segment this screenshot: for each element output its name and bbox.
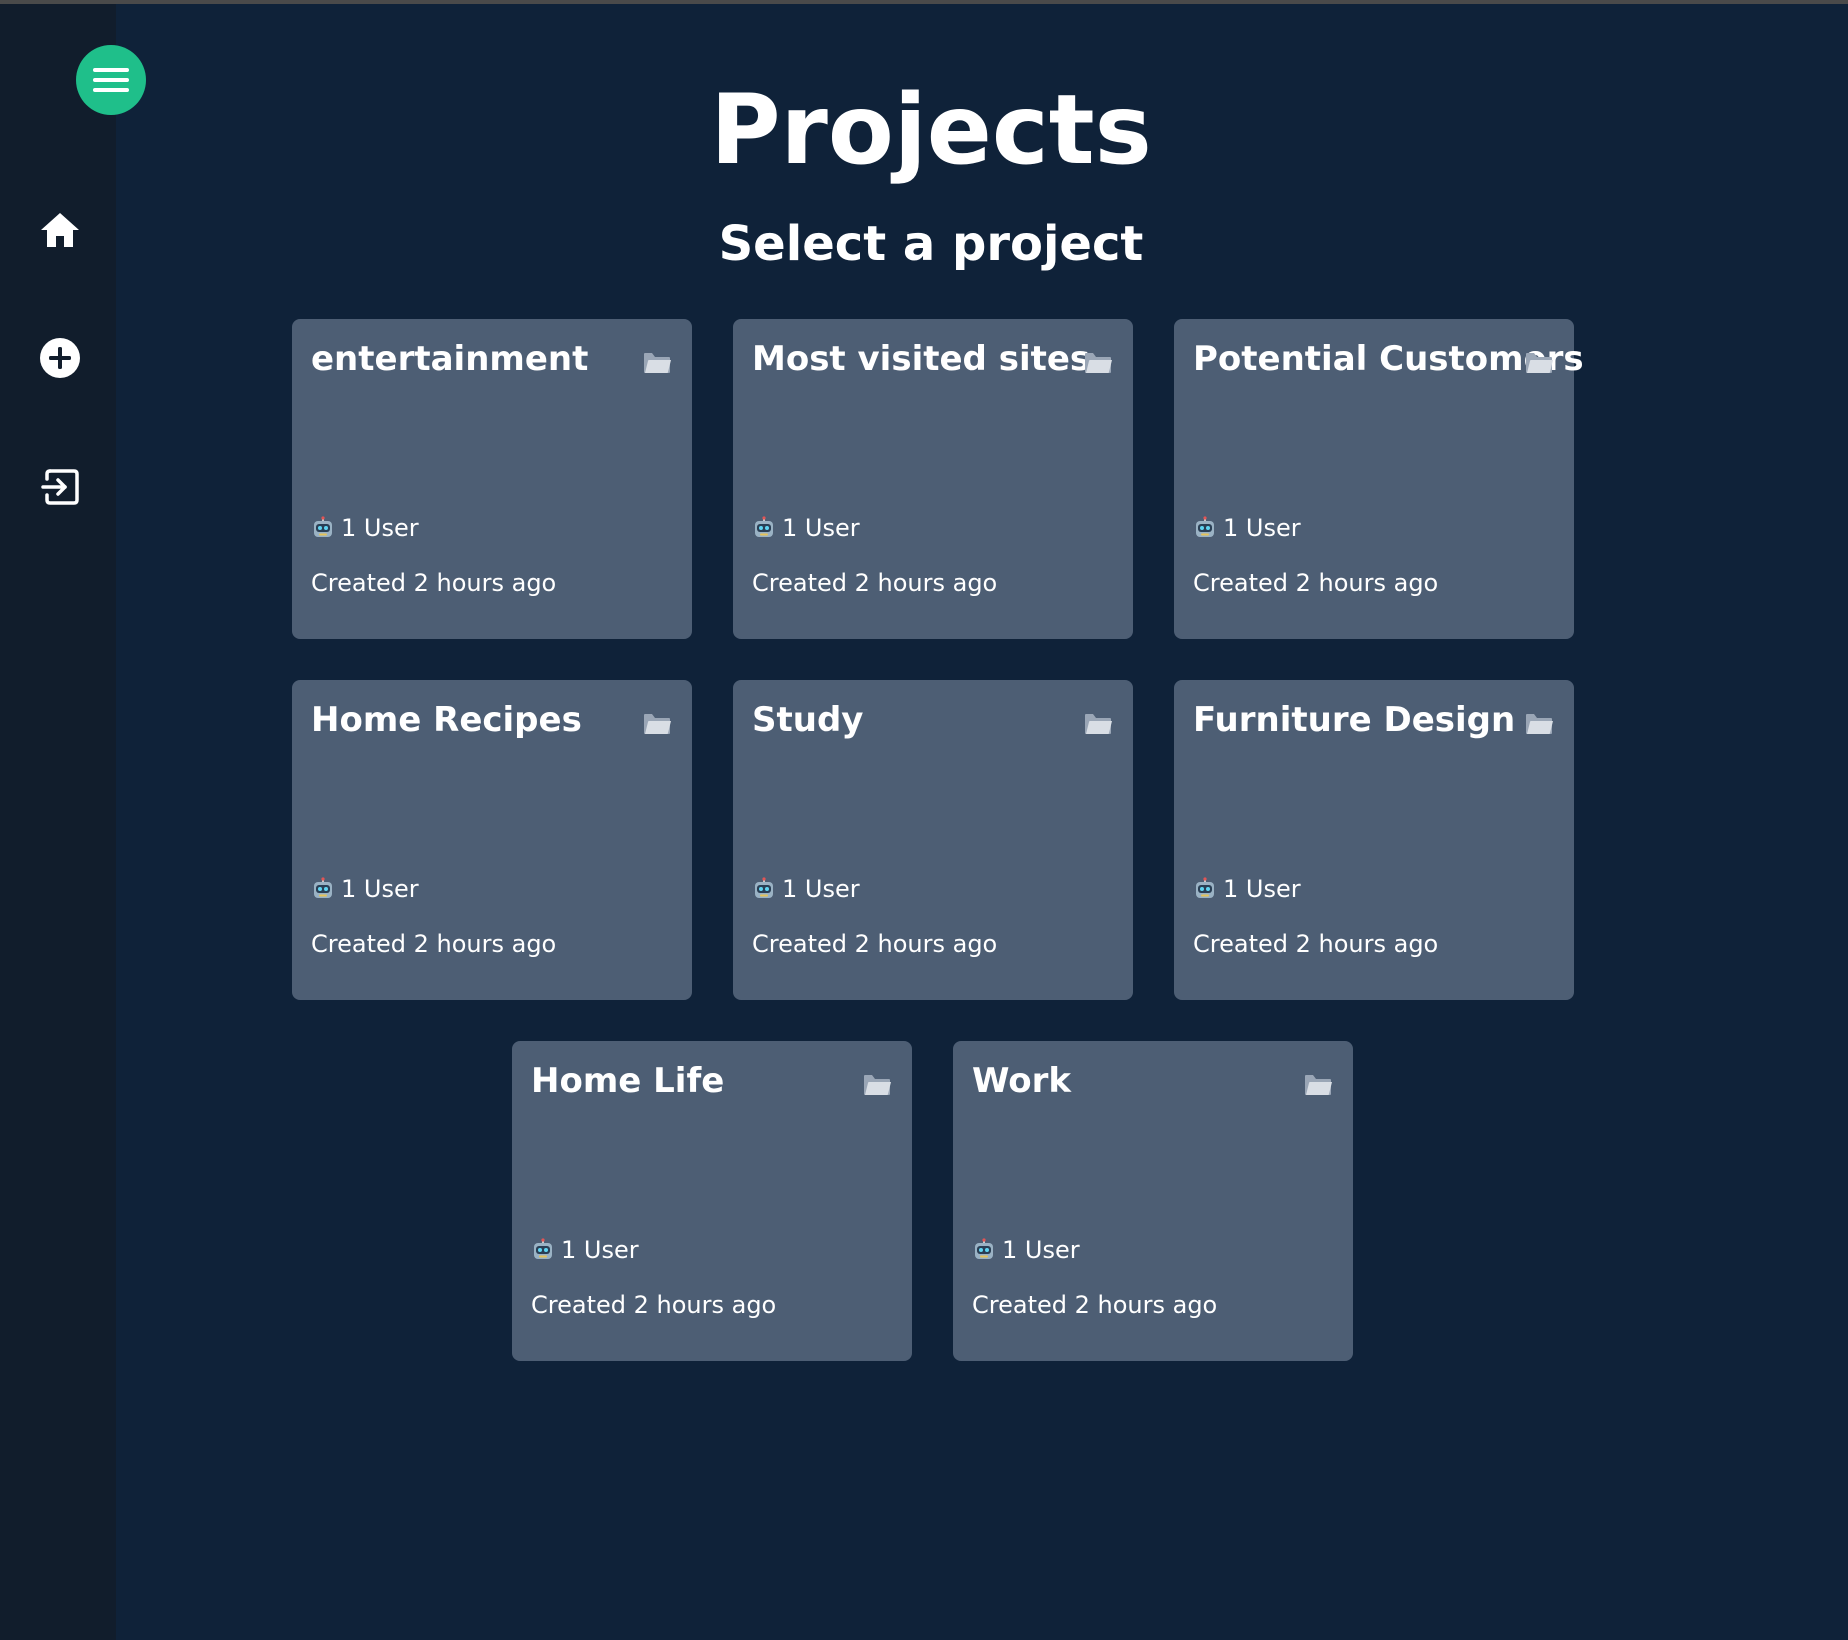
project-users-count: 1 User	[341, 514, 419, 542]
sidebar	[0, 4, 146, 1640]
project-users-count: 1 User	[782, 875, 860, 903]
project-users-count: 1 User	[1223, 875, 1301, 903]
project-title: Furniture Design	[1193, 700, 1516, 740]
home-button[interactable]	[36, 206, 84, 254]
project-created: Created 2 hours ago	[752, 930, 998, 958]
project-card[interactable]: Furniture Design 1 User Created 2 hours …	[1174, 680, 1574, 1000]
project-card[interactable]: Study 1 User Created 2 hours ago	[733, 680, 1133, 1000]
folder-icon	[644, 714, 671, 734]
project-users-count: 1 User	[341, 875, 419, 903]
page-title: Projects	[710, 74, 1152, 186]
logout-button[interactable]	[36, 463, 84, 511]
project-users: 1 User	[752, 875, 860, 903]
project-users-count: 1 User	[1002, 1236, 1080, 1264]
project-created: Created 2 hours ago	[752, 569, 998, 597]
plus-circle-icon	[40, 338, 80, 378]
project-card[interactable]: Home Life 1 User Created 2 hours ago	[512, 1041, 912, 1361]
project-created: Created 2 hours ago	[311, 930, 557, 958]
robot-icon	[1196, 516, 1214, 537]
project-title: Work	[972, 1061, 1072, 1101]
project-card[interactable]: Home Recipes 1 User Created 2 hours ago	[292, 680, 692, 1000]
project-title: Home Life	[531, 1061, 725, 1101]
page-subtitle: Select a project	[718, 216, 1144, 272]
sign-out-icon	[41, 469, 79, 505]
project-title: Most visited sites	[752, 339, 1091, 379]
project-title: Potential Customers	[1193, 339, 1584, 379]
project-title: Home Recipes	[311, 700, 582, 740]
folder-icon	[864, 1075, 891, 1095]
folder-icon	[1305, 1075, 1332, 1095]
project-users: 1 User	[1193, 875, 1301, 903]
folder-icon	[1085, 353, 1112, 373]
folder-icon	[644, 353, 671, 373]
project-created: Created 2 hours ago	[1193, 930, 1439, 958]
project-card[interactable]: Most visited sites 1 User Created 2 hour…	[733, 319, 1133, 639]
folder-icon	[1526, 714, 1553, 734]
project-users-count: 1 User	[561, 1236, 639, 1264]
project-users: 1 User	[972, 1236, 1080, 1264]
robot-icon	[314, 877, 332, 898]
robot-icon	[314, 516, 332, 537]
project-users: 1 User	[531, 1236, 639, 1264]
project-created: Created 2 hours ago	[531, 1291, 777, 1319]
project-users: 1 User	[311, 875, 419, 903]
robot-icon	[975, 1238, 993, 1259]
project-card[interactable]: Work 1 User Created 2 hours ago	[953, 1041, 1353, 1361]
project-created: Created 2 hours ago	[311, 569, 557, 597]
home-icon	[41, 213, 79, 247]
folder-icon	[1085, 714, 1112, 734]
project-users: 1 User	[752, 514, 860, 542]
project-users-count: 1 User	[782, 514, 860, 542]
main-content: Projects Select a project entertainment …	[116, 0, 1848, 1640]
project-created: Created 2 hours ago	[972, 1291, 1218, 1319]
robot-icon	[755, 516, 773, 537]
add-project-button[interactable]	[36, 334, 84, 382]
project-title: entertainment	[311, 339, 589, 379]
robot-icon	[1196, 877, 1214, 898]
project-created: Created 2 hours ago	[1193, 569, 1439, 597]
project-users-count: 1 User	[1223, 514, 1301, 542]
robot-icon	[755, 877, 773, 898]
project-card[interactable]: entertainment 1 User Created 2 hours ago	[292, 319, 692, 639]
project-card[interactable]: Potential Customers 1 User Created 2 hou…	[1174, 319, 1584, 639]
project-users: 1 User	[1193, 514, 1301, 542]
robot-icon	[534, 1238, 552, 1259]
project-users: 1 User	[311, 514, 419, 542]
folder-icon	[1526, 353, 1553, 373]
project-title: Study	[752, 700, 864, 740]
